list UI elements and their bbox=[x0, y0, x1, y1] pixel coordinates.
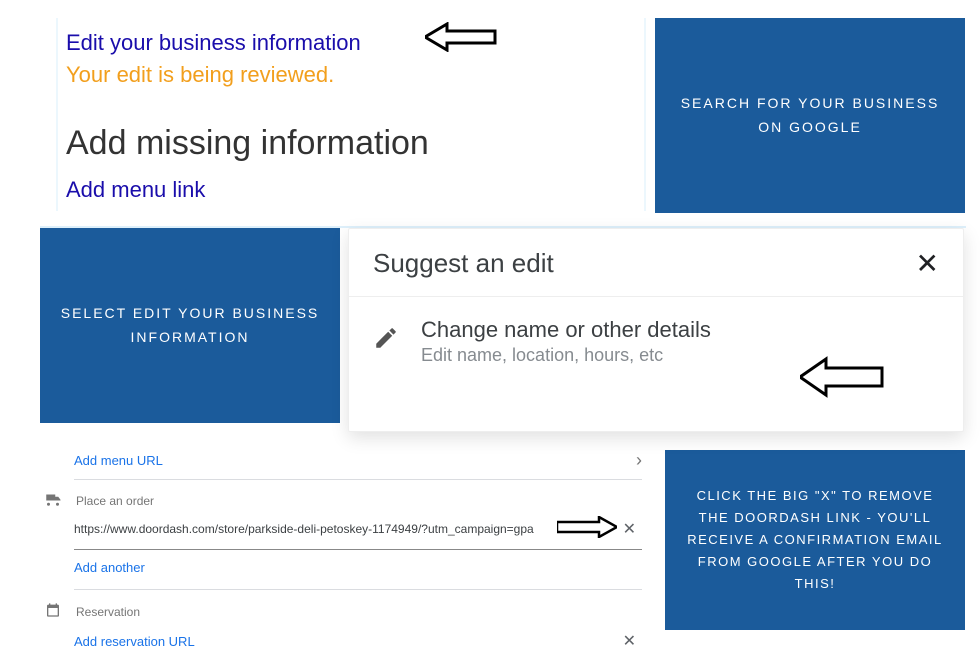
calendar-icon bbox=[42, 602, 64, 621]
close-icon[interactable]: ✕ bbox=[916, 247, 939, 280]
add-reservation-row[interactable]: Add reservation URL ✕ bbox=[42, 627, 642, 655]
chevron-right-icon: › bbox=[636, 450, 642, 471]
add-menu-url-link[interactable]: Add menu URL bbox=[74, 453, 163, 468]
place-order-label: Place an order bbox=[76, 494, 154, 508]
remove-url-icon[interactable]: ✕ bbox=[617, 631, 642, 651]
change-name-subtitle: Edit name, location, hours, etc bbox=[421, 345, 711, 366]
arrow-left-icon bbox=[800, 356, 884, 398]
annotation-select: SELECT EDIT YOUR BUSINESS INFORMATION bbox=[40, 228, 340, 423]
edit-business-link[interactable]: Edit your business information bbox=[66, 30, 361, 55]
order-url-value[interactable]: https://www.doordash.com/store/parkside-… bbox=[74, 522, 534, 536]
suggest-title: Suggest an edit bbox=[373, 248, 554, 279]
add-missing-heading: Add missing information bbox=[66, 124, 644, 163]
suggest-header: Suggest an edit ✕ bbox=[349, 229, 963, 297]
change-name-title: Change name or other details bbox=[421, 315, 711, 345]
suggest-edit-panel: Suggest an edit ✕ Change name or other d… bbox=[348, 228, 964, 432]
reservation-label: Reservation bbox=[76, 605, 140, 619]
place-order-row: Place an order bbox=[42, 480, 642, 515]
add-menu-url-row[interactable]: Add menu URL › bbox=[42, 444, 642, 477]
arrow-left-icon bbox=[425, 22, 497, 52]
url-edit-panel: Add menu URL › Place an order https://ww… bbox=[42, 444, 642, 655]
remove-url-icon[interactable]: ✕ bbox=[617, 519, 642, 539]
pencil-icon bbox=[373, 325, 399, 356]
truck-icon bbox=[42, 492, 64, 509]
annotation-select-text: SELECT EDIT YOUR BUSINESS INFORMATION bbox=[60, 302, 320, 350]
business-info-panel: Edit your business information Your edit… bbox=[56, 18, 646, 211]
reservation-row: Reservation bbox=[42, 590, 642, 627]
annotation-search: SEARCH FOR YOUR BUSINESS ON GOOGLE bbox=[655, 18, 965, 213]
add-another-link[interactable]: Add another bbox=[74, 560, 145, 575]
annotation-search-text: SEARCH FOR YOUR BUSINESS ON GOOGLE bbox=[675, 92, 945, 140]
arrow-right-icon bbox=[557, 516, 617, 538]
add-menu-link[interactable]: Add menu link bbox=[66, 177, 205, 202]
annotation-click-text: CLICK THE BIG "X" TO REMOVE THE DOORDASH… bbox=[685, 485, 945, 595]
review-status: Your edit is being reviewed. bbox=[66, 62, 644, 88]
annotation-click: CLICK THE BIG "X" TO REMOVE THE DOORDASH… bbox=[665, 450, 965, 630]
add-reservation-link[interactable]: Add reservation URL bbox=[74, 634, 195, 649]
order-url-row: https://www.doordash.com/store/parkside-… bbox=[42, 515, 642, 543]
add-another-row[interactable]: Add another bbox=[42, 550, 642, 581]
